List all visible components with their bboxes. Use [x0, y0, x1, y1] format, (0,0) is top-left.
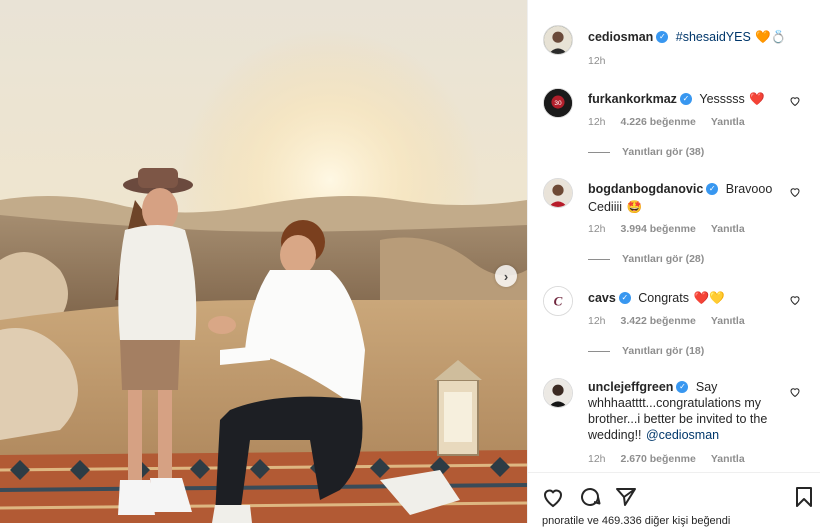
svg-text:30: 30 — [554, 100, 562, 107]
avatar[interactable]: C — [543, 286, 573, 316]
comment-username[interactable]: unclejeffgreen — [588, 380, 673, 394]
post-photo — [0, 0, 527, 523]
comment-meta: 12h 3.994 beğenme Yanıtla — [588, 223, 745, 235]
comment-mention[interactable]: @cediosman — [646, 428, 719, 442]
comment-bubble-icon[interactable] — [578, 485, 602, 509]
heart-outline-icon[interactable] — [789, 186, 801, 198]
view-replies-label: Yanıtları gör (18) — [622, 345, 705, 357]
svg-text:C: C — [554, 294, 563, 309]
comment-likes[interactable]: 3.422 beğenme — [621, 315, 696, 327]
comment-text-line2: Cediiii — [588, 200, 623, 214]
avatar[interactable] — [543, 25, 573, 55]
caption: cediosman ✓ #shesaidYES 🧡💍 — [588, 28, 808, 46]
caption-emoji: 🧡💍 — [755, 30, 787, 44]
reply-button[interactable]: Yanıtla — [711, 223, 745, 235]
verified-badge-icon: ✓ — [656, 30, 669, 43]
comment-meta: 12h 2.670 beğenme Yanıtla — [588, 453, 745, 465]
heart-outline-icon[interactable] — [789, 294, 801, 306]
comment-text: Bravooo — [725, 182, 773, 196]
comment-emoji: 🤩 — [626, 200, 643, 214]
reply-button[interactable]: Yanıtla — [711, 453, 745, 465]
comment-username[interactable]: cavs — [588, 291, 616, 305]
comment-text-line2: whhhaatttt...congratulations my — [588, 396, 762, 410]
comment-likes[interactable]: 3.994 beğenme — [621, 223, 696, 235]
comment-time[interactable]: 12h — [588, 223, 606, 235]
comment-2: bogdanbogdanovic ✓ Bravooo Cediiii 🤩 — [588, 180, 788, 216]
comment-3: cavs ✓ Congrats ❤️💛 — [588, 289, 788, 307]
comment-emoji: ❤️💛 — [693, 291, 725, 305]
verified-badge-icon: ✓ — [618, 291, 631, 304]
bookmark-icon[interactable] — [792, 485, 816, 509]
replies-divider — [588, 350, 610, 352]
heart-outline-icon[interactable] — [541, 485, 565, 509]
comment-meta: 12h 3.422 beğenme Yanıtla — [588, 315, 745, 327]
replies-divider — [588, 258, 610, 260]
comment-1: furkankorkmaz ✓ Yesssss ❤️ — [588, 90, 788, 108]
comment-time[interactable]: 12h — [588, 116, 606, 128]
caption-hashtag[interactable]: #shesaidYES — [676, 30, 751, 44]
view-replies-label: Yanıtları gör (38) — [622, 146, 705, 158]
caption-time[interactable]: 12h — [588, 55, 606, 67]
comment-likes[interactable]: 4.226 beğenme — [621, 116, 696, 128]
caption-username[interactable]: cediosman — [588, 30, 653, 44]
comment-text-line3: brother...i better be invited to the — [588, 412, 768, 426]
avatar[interactable] — [543, 378, 573, 408]
comment-4: unclejeffgreen ✓ Say whhhaatttt...congrat… — [588, 379, 788, 443]
next-photo-button[interactable]: › — [495, 265, 517, 287]
replies-divider — [588, 151, 610, 153]
comment-meta: 12h 4.226 beğenme Yanıtla — [588, 116, 745, 128]
comment-text: Yesssss — [699, 92, 745, 106]
comments-panel: cediosman ✓ #shesaidYES 🧡💍 12h 30 furkank… — [527, 0, 820, 527]
heart-outline-icon[interactable] — [789, 386, 801, 398]
paper-plane-icon[interactable] — [614, 485, 638, 509]
view-replies-label: Yanıtları gör (28) — [622, 253, 705, 265]
verified-badge-icon: ✓ — [679, 92, 692, 105]
verified-badge-icon: ✓ — [706, 182, 719, 195]
comment-text-line4: wedding!! — [588, 428, 642, 442]
comment-text: Congrats — [638, 291, 689, 305]
caption-meta: 12h — [588, 55, 606, 67]
view-replies-button[interactable]: Yanıtları gör (18) — [588, 345, 704, 357]
reply-button[interactable]: Yanıtla — [711, 315, 745, 327]
view-replies-button[interactable]: Yanıtları gör (38) — [588, 146, 704, 158]
comment-time[interactable]: 12h — [588, 453, 606, 465]
comment-likes[interactable]: 2.670 beğenme — [621, 453, 696, 465]
comment-username[interactable]: bogdanbogdanovic — [588, 182, 703, 196]
comment-time[interactable]: 12h — [588, 315, 606, 327]
chevron-right-icon: › — [503, 268, 509, 284]
comment-text: Say — [695, 380, 718, 394]
avatar[interactable] — [543, 178, 573, 208]
avatar[interactable]: 30 — [543, 88, 573, 118]
comment-emoji: ❤️ — [749, 92, 765, 106]
likes-summary[interactable]: pnoratile ve 469.336 diğer kişi beğendi — [542, 515, 730, 527]
comment-username[interactable]: furkankorkmaz — [588, 92, 677, 106]
verified-badge-icon: ✓ — [676, 380, 689, 393]
heart-outline-icon[interactable] — [789, 95, 801, 107]
reply-button[interactable]: Yanıtla — [711, 116, 745, 128]
view-replies-button[interactable]: Yanıtları gör (28) — [588, 253, 704, 265]
